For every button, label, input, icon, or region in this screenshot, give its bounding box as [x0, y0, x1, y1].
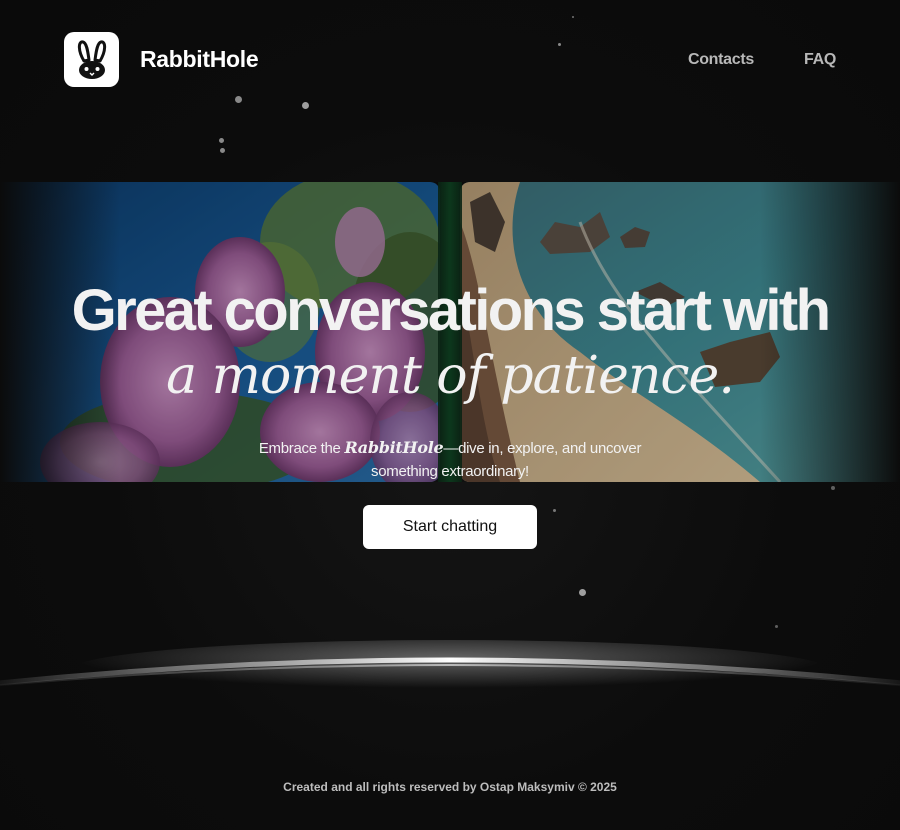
landing-page: RabbitHole Contacts FAQ Great conversati…: [0, 0, 900, 830]
star-decoration: [302, 102, 309, 109]
footer-copyright: Created and all rights reserved by Ostap…: [283, 780, 617, 794]
start-chatting-button[interactable]: Start chatting: [363, 505, 537, 549]
star-decoration: [579, 589, 586, 596]
star-decoration: [220, 148, 225, 153]
hero-subheadline: a moment of patience.: [166, 346, 735, 406]
star-decoration: [553, 509, 556, 512]
star-decoration: [831, 486, 835, 490]
star-decoration: [572, 16, 574, 18]
logo[interactable]: [64, 32, 119, 87]
star-decoration: [235, 96, 242, 103]
tagline-brand: RabbitHole: [344, 438, 444, 457]
brand-name[interactable]: RabbitHole: [140, 46, 259, 73]
star-decoration: [558, 43, 561, 46]
nav-link-contacts[interactable]: Contacts: [688, 51, 754, 69]
nav-link-faq[interactable]: FAQ: [804, 51, 836, 69]
hero-headline: Great conversations start with: [71, 278, 831, 343]
horizon-glow: [0, 640, 900, 700]
star-decoration: [219, 138, 224, 143]
hero-tagline: Embrace the RabbitHole—dive in, explore,…: [250, 436, 650, 483]
star-decoration: [775, 625, 778, 628]
tagline-prefix: Embrace the: [258, 440, 345, 457]
top-nav: Contacts FAQ: [688, 51, 836, 69]
rabbit-icon: [77, 40, 106, 79]
